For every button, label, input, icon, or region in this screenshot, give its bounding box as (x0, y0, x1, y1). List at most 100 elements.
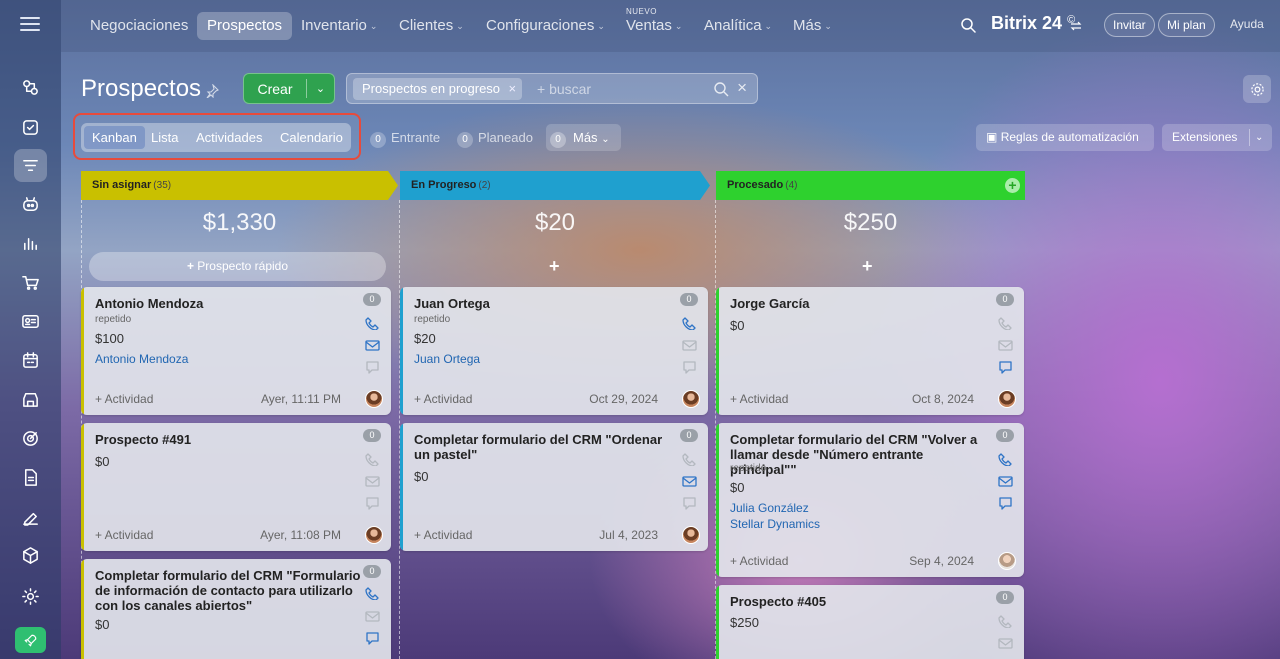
chevron-down-icon[interactable]: ⌄ (1255, 124, 1263, 151)
phone-icon[interactable] (998, 317, 1013, 331)
column-header-procesado[interactable]: Procesado (4) + (716, 171, 1025, 200)
avatar[interactable] (365, 526, 383, 544)
lead-card[interactable]: Completar formulario del CRM "Volver a l… (716, 423, 1024, 577)
phone-icon[interactable] (682, 317, 697, 331)
switch-icon[interactable] (1070, 20, 1082, 32)
chat-icon[interactable] (998, 361, 1013, 374)
nav-inventario[interactable]: Inventario ⌄ (301, 12, 377, 40)
automation-rules-button[interactable]: ▣ Reglas de automatización (976, 124, 1154, 151)
avatar[interactable] (998, 552, 1016, 570)
phone-icon[interactable] (365, 317, 380, 331)
sidebar-sign-icon[interactable] (14, 500, 47, 533)
sidebar-copilot-icon[interactable] (14, 188, 47, 221)
card-title[interactable]: Completar formulario del CRM "Ordenar un… (414, 432, 674, 462)
nav-clientes[interactable]: Clientes ⌄ (399, 12, 464, 40)
tab-calendario[interactable]: Calendario (272, 126, 351, 149)
sidebar-calendar-icon[interactable] (14, 344, 47, 377)
avatar[interactable] (365, 390, 383, 408)
sidebar-store-icon[interactable] (14, 383, 47, 416)
phone-icon[interactable] (682, 453, 697, 467)
brand-logo[interactable]: Bitrix 24 © (991, 13, 1075, 34)
card-contact-link[interactable]: Antonio Mendoza (95, 352, 188, 366)
card-contact-link[interactable]: Julia González (730, 501, 809, 515)
sidebar-docs-icon[interactable] (14, 461, 47, 494)
pin-icon[interactable] (205, 84, 219, 98)
lead-card[interactable]: Juan Ortega repetido $20 Juan Ortega 0 +… (400, 287, 708, 415)
sidebar-feed-icon[interactable] (14, 71, 47, 104)
email-icon[interactable] (365, 339, 380, 352)
email-icon[interactable] (998, 339, 1013, 352)
lead-card[interactable]: Prospecto #491 $0 0 + Actividad Ayer, 11… (81, 423, 391, 551)
quick-add-plus[interactable]: + (549, 256, 560, 277)
add-activity-link[interactable]: + Actividad (730, 554, 788, 568)
tab-lista[interactable]: Lista (143, 126, 186, 149)
nav-mas[interactable]: Más ⌄ (793, 12, 832, 40)
quick-add-plus[interactable]: + (862, 256, 873, 277)
invite-button[interactable]: Invitar (1104, 13, 1155, 37)
add-stage-icon[interactable]: + (1005, 178, 1020, 193)
card-title[interactable]: Completar formulario del CRM "Formulario… (95, 568, 370, 613)
counter-entrante[interactable]: 0 Entrante (370, 130, 440, 148)
phone-icon[interactable] (998, 615, 1013, 629)
card-contact-link[interactable]: Juan Ortega (414, 352, 480, 366)
lead-card[interactable]: Antonio Mendoza repetido $100 Antonio Me… (81, 287, 391, 415)
counter-planeado[interactable]: 0 Planeado (457, 130, 533, 148)
chat-icon[interactable] (682, 361, 697, 374)
chat-icon[interactable] (365, 632, 380, 645)
add-activity-link[interactable]: + Actividad (414, 528, 472, 542)
lead-card[interactable]: Completar formulario del CRM "Formulario… (81, 559, 391, 659)
menu-icon[interactable] (20, 17, 40, 31)
column-header-sin-asignar[interactable]: Sin asignar (35) (81, 171, 398, 200)
create-button[interactable]: Crear ⌄ (243, 73, 335, 104)
nav-analitica[interactable]: Analítica ⌄ (704, 12, 772, 40)
email-icon[interactable] (998, 475, 1013, 488)
sidebar-settings-icon[interactable] (14, 580, 47, 613)
card-title[interactable]: Prospecto #491 (95, 432, 367, 447)
card-title[interactable]: Antonio Mendoza (95, 296, 367, 311)
nav-ventas[interactable]: Ventas ⌄ (626, 12, 682, 40)
sidebar-tasks-icon[interactable] (14, 111, 47, 144)
quick-add-button[interactable]: + Prospecto rápido (89, 252, 386, 281)
avatar[interactable] (682, 390, 700, 408)
lead-card[interactable]: Completar formulario del CRM "Ordenar un… (400, 423, 708, 551)
help-link[interactable]: Ayuda (1230, 17, 1264, 31)
email-icon[interactable] (682, 339, 697, 352)
clear-icon[interactable]: × (737, 78, 747, 98)
lead-card[interactable]: Prospecto #405 $250 0 (716, 585, 1024, 659)
search-box[interactable]: Prospectos en progreso × × (346, 73, 758, 104)
sidebar-shop-icon[interactable] (14, 266, 47, 299)
filter-chip[interactable]: Prospectos en progreso × (353, 78, 523, 100)
sidebar-analytics-icon[interactable] (14, 227, 47, 260)
nav-configuraciones[interactable]: Configuraciones ⌄ (486, 12, 605, 40)
card-company-link[interactable]: Stellar Dynamics (730, 517, 820, 531)
my-plan-button[interactable]: Mi plan (1158, 13, 1215, 37)
email-icon[interactable] (682, 475, 697, 488)
email-icon[interactable] (365, 610, 380, 623)
card-title[interactable]: Completar formulario del CRM "Volver a l… (730, 432, 988, 477)
more-counters-button[interactable]: 0 Más ⌄ (546, 124, 621, 151)
nav-prospectos[interactable]: Prospectos (197, 12, 293, 40)
add-activity-link[interactable]: + Actividad (95, 392, 153, 406)
add-activity-link[interactable]: + Actividad (730, 392, 788, 406)
chat-icon[interactable] (682, 497, 697, 510)
phone-icon[interactable] (365, 587, 380, 601)
search-icon[interactable] (713, 81, 729, 97)
chat-icon[interactable] (365, 497, 380, 510)
avatar[interactable] (682, 526, 700, 544)
nav-negociaciones[interactable]: Negociaciones (90, 12, 188, 40)
phone-icon[interactable] (998, 453, 1013, 467)
add-activity-link[interactable]: + Actividad (95, 528, 153, 542)
column-header-en-progreso[interactable]: En Progreso (2) (400, 171, 710, 200)
close-icon[interactable]: × (508, 78, 516, 100)
settings-button[interactable] (1243, 75, 1271, 103)
tab-actividades[interactable]: Actividades (188, 126, 270, 149)
sidebar-box-icon[interactable] (14, 539, 47, 572)
extensions-button[interactable]: Extensiones ⌄ (1162, 124, 1272, 151)
avatar[interactable] (998, 390, 1016, 408)
search-input[interactable] (537, 79, 697, 99)
tab-kanban[interactable]: Kanban (84, 126, 145, 149)
email-icon[interactable] (365, 475, 380, 488)
sidebar-contacts-icon[interactable] (14, 305, 47, 338)
chat-icon[interactable] (365, 361, 380, 374)
phone-icon[interactable] (365, 453, 380, 467)
